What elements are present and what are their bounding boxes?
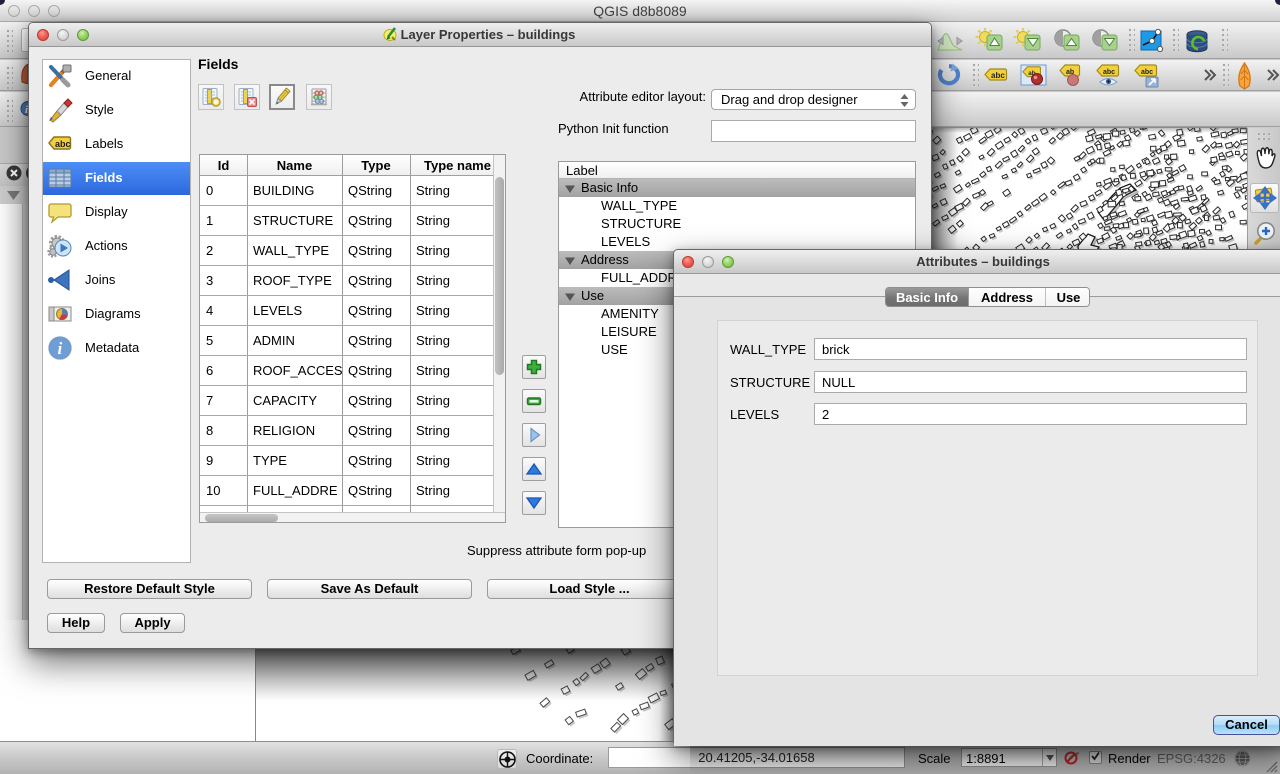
svg-text:abc: abc <box>991 71 1005 80</box>
svg-text:abc: abc <box>1103 69 1115 76</box>
svg-text:abc: abc <box>55 139 71 149</box>
svg-text:i: i <box>58 339 63 358</box>
svg-text:abc: abc <box>1141 69 1153 76</box>
